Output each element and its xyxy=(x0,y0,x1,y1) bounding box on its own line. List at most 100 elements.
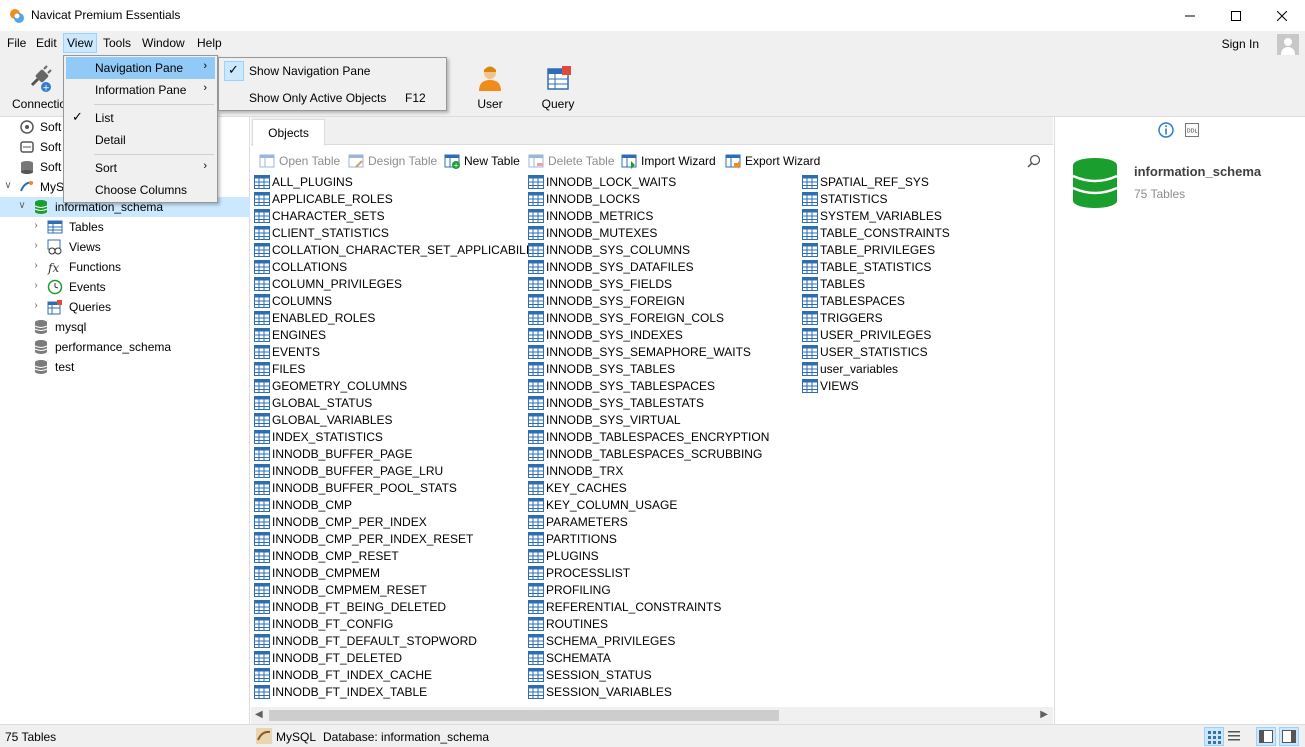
tree-item-queries[interactable]: › Queries xyxy=(0,297,250,317)
table-item[interactable]: ROUTINES xyxy=(528,616,608,633)
table-item[interactable]: SPATIAL_REF_SYS xyxy=(802,174,929,191)
design-table-button[interactable]: Design Table xyxy=(348,153,437,169)
table-item[interactable]: TABLESPACES xyxy=(802,293,905,310)
menu-item-information-pane[interactable]: Information Pane › xyxy=(66,79,215,101)
table-item[interactable]: ENABLED_ROLES xyxy=(254,310,375,327)
horizontal-scrollbar[interactable]: ◀ ▶ xyxy=(251,707,1053,724)
new-table-button[interactable]: + New Table xyxy=(444,153,520,169)
table-item[interactable]: COLLATIONS xyxy=(254,259,347,276)
table-item[interactable]: CLIENT_STATISTICS xyxy=(254,225,389,242)
collapse-arrow-icon[interactable]: ∨ xyxy=(17,200,27,211)
menu-edit[interactable]: Edit xyxy=(36,36,57,50)
table-item[interactable]: GLOBAL_VARIABLES xyxy=(254,412,393,429)
table-item[interactable]: INNODB_SYS_TABLESPACES xyxy=(528,378,715,395)
avatar-icon[interactable] xyxy=(1277,34,1299,56)
tree-item-views[interactable]: › Views xyxy=(0,237,250,257)
table-item[interactable]: INNODB_MUTEXES xyxy=(528,225,657,242)
table-item[interactable]: INNODB_BUFFER_PAGE_LRU xyxy=(254,463,443,480)
table-item[interactable]: INNODB_SYS_FIELDS xyxy=(528,276,672,293)
search-icon[interactable] xyxy=(1027,154,1041,168)
tree-item-functions[interactable]: › fx Functions xyxy=(0,257,250,277)
table-item[interactable]: COLUMNS xyxy=(254,293,332,310)
table-item[interactable]: REFERENTIAL_CONSTRAINTS xyxy=(528,599,721,616)
table-item[interactable]: PROFILING xyxy=(528,582,611,599)
table-item[interactable]: INDEX_STATISTICS xyxy=(254,429,383,446)
info-icon[interactable] xyxy=(1158,122,1174,138)
table-item[interactable]: INNODB_METRICS xyxy=(528,208,653,225)
table-item[interactable]: INNODB_CMP xyxy=(254,497,352,514)
close-button[interactable] xyxy=(1259,0,1305,31)
table-item[interactable]: USER_STATISTICS xyxy=(802,344,928,361)
open-table-button[interactable]: Open Table xyxy=(259,153,340,169)
table-item[interactable]: GEOMETRY_COLUMNS xyxy=(254,378,407,395)
delete-table-button[interactable]: Delete Table xyxy=(528,153,615,169)
table-item[interactable]: TABLE_PRIVILEGES xyxy=(802,242,935,259)
table-item[interactable]: INNODB_FT_CONFIG xyxy=(254,616,393,633)
table-item[interactable]: INNODB_FT_INDEX_CACHE xyxy=(254,667,432,684)
table-item[interactable]: COLUMN_PRIVILEGES xyxy=(254,276,402,293)
table-item[interactable]: KEY_COLUMN_USAGE xyxy=(528,497,677,514)
menu-item-show-navigation-pane[interactable]: ✓ Show Navigation Pane xyxy=(221,59,444,83)
expand-arrow-icon[interactable]: › xyxy=(31,300,41,311)
table-item[interactable]: TABLES xyxy=(802,276,865,293)
tree-item-events[interactable]: › Events xyxy=(0,277,250,297)
menu-item-choose-columns[interactable]: Choose Columns xyxy=(66,179,215,201)
table-item[interactable]: INNODB_CMP_PER_INDEX xyxy=(254,514,427,531)
sign-in-link[interactable]: Sign In xyxy=(1222,37,1259,51)
menu-item-sort[interactable]: Sort › xyxy=(66,157,215,179)
table-item[interactable]: ENGINES xyxy=(254,327,326,344)
table-item[interactable]: INNODB_SYS_FOREIGN_COLS xyxy=(528,310,724,327)
table-item[interactable]: INNODB_LOCK_WAITS xyxy=(528,174,676,191)
table-item[interactable]: INNODB_CMP_RESET xyxy=(254,548,399,565)
table-item[interactable]: PARTITIONS xyxy=(528,531,617,548)
table-item[interactable]: TRIGGERS xyxy=(802,310,883,327)
table-item[interactable]: CHARACTER_SETS xyxy=(254,208,385,225)
menu-window[interactable]: Window xyxy=(142,36,185,50)
tree-db-performance-schema[interactable]: performance_schema xyxy=(0,337,250,357)
table-item[interactable]: SYSTEM_VARIABLES xyxy=(802,208,942,225)
table-item[interactable]: TABLE_CONSTRAINTS xyxy=(802,225,950,242)
table-item[interactable]: INNODB_SYS_SEMAPHORE_WAITS xyxy=(528,344,751,361)
menu-tools[interactable]: Tools xyxy=(103,36,131,50)
table-item[interactable]: INNODB_SYS_COLUMNS xyxy=(528,242,690,259)
table-item[interactable]: INNODB_TABLESPACES_SCRUBBING xyxy=(528,446,762,463)
scrollbar-thumb[interactable] xyxy=(269,710,779,721)
menu-help[interactable]: Help xyxy=(197,36,222,50)
table-item[interactable]: INNODB_TABLESPACES_ENCRYPTION xyxy=(528,429,769,446)
scroll-right-icon[interactable]: ▶ xyxy=(1040,709,1048,720)
info-pane-toggle-button[interactable] xyxy=(1279,727,1299,746)
table-item[interactable]: INNODB_SYS_TABLESTATS xyxy=(528,395,704,412)
collapse-arrow-icon[interactable]: ∨ xyxy=(3,180,13,191)
table-item[interactable]: SESSION_VARIABLES xyxy=(528,684,672,701)
tree-item-tables[interactable]: › Tables xyxy=(0,217,250,237)
expand-arrow-icon[interactable]: › xyxy=(31,240,41,251)
menu-item-navigation-pane[interactable]: Navigation Pane › xyxy=(66,57,215,79)
expand-arrow-icon[interactable]: › xyxy=(31,220,41,231)
table-item[interactable]: USER_PRIVILEGES xyxy=(802,327,931,344)
minimize-button[interactable] xyxy=(1167,0,1213,31)
table-item[interactable]: INNODB_SYS_DATAFILES xyxy=(528,259,694,276)
table-item[interactable]: SCHEMATA xyxy=(528,650,611,667)
table-item[interactable]: INNODB_SYS_INDEXES xyxy=(528,327,683,344)
table-item[interactable]: KEY_CACHES xyxy=(528,480,627,497)
table-item[interactable]: GLOBAL_STATUS xyxy=(254,395,372,412)
table-item[interactable]: EVENTS xyxy=(254,344,320,361)
table-item[interactable]: INNODB_SYS_FOREIGN xyxy=(528,293,685,310)
table-item[interactable]: PARAMETERS xyxy=(528,514,628,531)
table-item[interactable]: INNODB_CMP_PER_INDEX_RESET xyxy=(254,531,473,548)
table-item[interactable]: COLLATION_CHARACTER_SET_APPLICABILITY xyxy=(254,242,545,259)
menu-item-detail[interactable]: Detail xyxy=(66,129,215,151)
menu-view[interactable]: View xyxy=(63,33,97,53)
table-item[interactable]: ALL_PLUGINS xyxy=(254,174,353,191)
scroll-left-icon[interactable]: ◀ xyxy=(255,709,263,720)
table-item[interactable]: PROCESSLIST xyxy=(528,565,630,582)
table-item[interactable]: TABLE_STATISTICS xyxy=(802,259,931,276)
table-item[interactable]: INNODB_CMPMEM_RESET xyxy=(254,582,427,599)
query-button[interactable]: Query xyxy=(523,55,593,117)
grid-view-button[interactable] xyxy=(1204,727,1224,746)
table-item[interactable]: SESSION_STATUS xyxy=(528,667,652,684)
table-item[interactable]: INNODB_TRX xyxy=(528,463,623,480)
table-item[interactable]: INNODB_SYS_VIRTUAL xyxy=(528,412,681,429)
tab-objects[interactable]: Objects xyxy=(252,119,325,146)
table-item[interactable]: INNODB_LOCKS xyxy=(528,191,640,208)
